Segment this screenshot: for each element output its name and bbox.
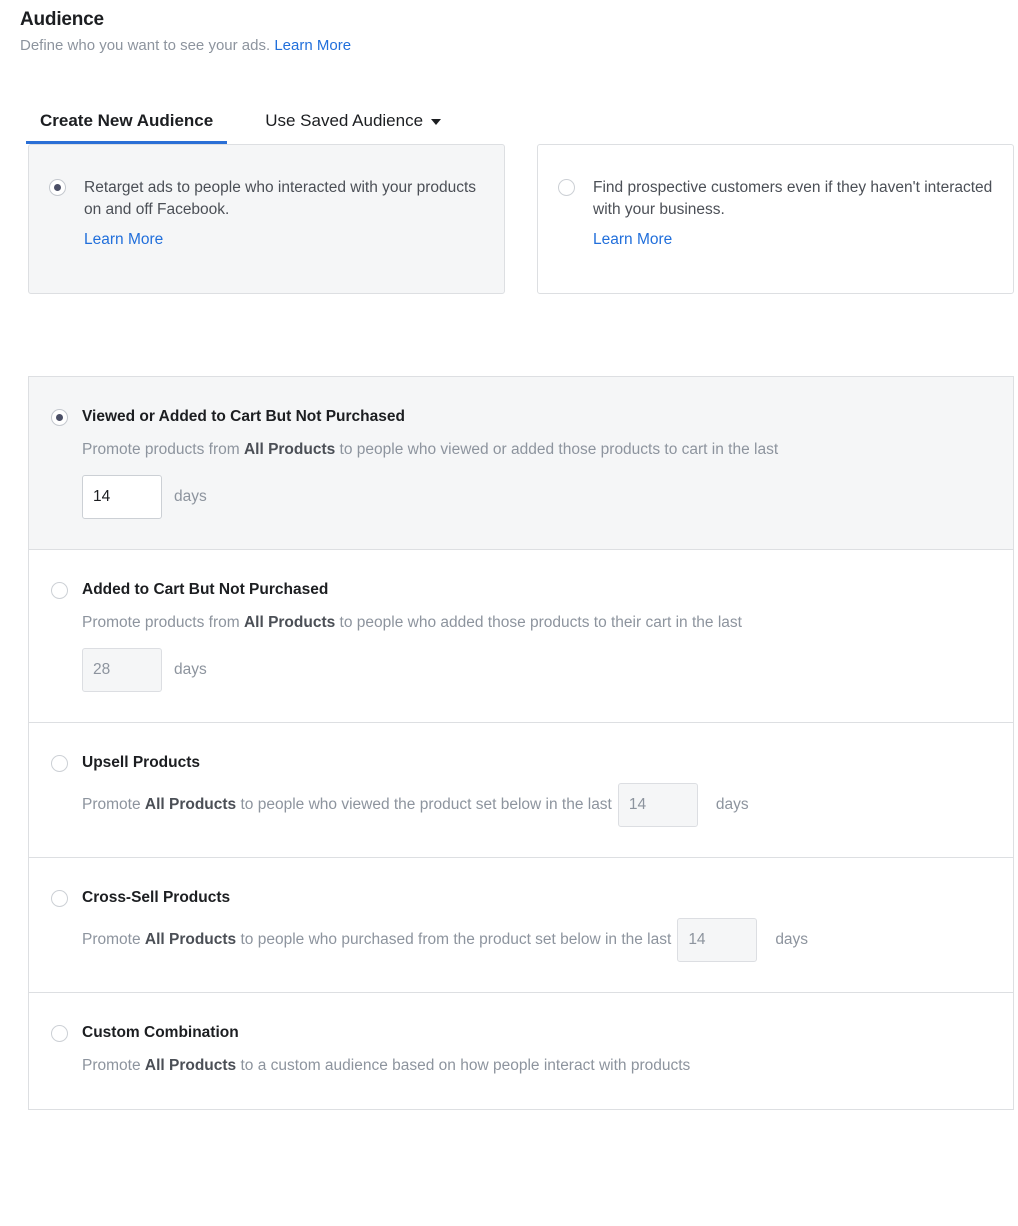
product-set-name: All Products bbox=[243, 441, 336, 458]
option-row-viewed-or-added-to-cart[interactable]: Viewed or Added to Cart But Not Purchase… bbox=[29, 377, 1013, 550]
card-prospecting-body: Find prospective customers even if they … bbox=[593, 177, 993, 251]
header-learn-more-link[interactable]: Learn More bbox=[274, 37, 351, 54]
radio-retarget[interactable] bbox=[49, 179, 66, 196]
desc-pre: Promote bbox=[82, 931, 145, 949]
card-retarget-learn-more-link[interactable]: Learn More bbox=[84, 229, 484, 251]
audience-type-cards: Retarget ads to people who interacted wi… bbox=[0, 144, 1018, 294]
days-input-viewed-or-added-to-cart[interactable] bbox=[82, 475, 162, 519]
days-label-1: days bbox=[174, 661, 207, 678]
desc-post: to people who purchased from the product… bbox=[236, 931, 672, 949]
option-desc-added-to-cart: Promote products from All Products to pe… bbox=[82, 610, 989, 636]
audience-section: Audience Define who you want to see your… bbox=[0, 0, 1018, 1226]
option-desc-cross-sell-products: Promote All Products to people who purch… bbox=[82, 918, 989, 962]
option-title-upsell-products: Upsell Products bbox=[82, 754, 200, 771]
desc-post: to people who viewed or added those prod… bbox=[335, 441, 779, 458]
audience-tabs: Create New Audience Use Saved Audience bbox=[0, 98, 1018, 144]
tab-use-saved-audience[interactable]: Use Saved Audience bbox=[251, 110, 455, 144]
radio-cross-sell-products[interactable] bbox=[51, 890, 68, 907]
desc-pre: Promote bbox=[82, 1057, 145, 1074]
option-body-viewed-or-added-to-cart: Viewed or Added to Cart But Not Purchase… bbox=[82, 407, 989, 519]
days-label-2: days bbox=[715, 796, 749, 813]
product-set-name: All Products bbox=[243, 614, 336, 631]
days-input-added-to-cart[interactable] bbox=[82, 648, 162, 692]
option-desc-upsell-products: Promote All Products to people who viewe… bbox=[82, 783, 989, 827]
desc-pre: Promote products from bbox=[82, 614, 244, 631]
card-prospecting-learn-more-link[interactable]: Learn More bbox=[593, 229, 993, 251]
card-retarget-body: Retarget ads to people who interacted wi… bbox=[84, 177, 484, 251]
option-row-upsell-products[interactable]: Upsell Products Promote All Products to … bbox=[29, 723, 1013, 858]
card-prospecting[interactable]: Find prospective customers even if they … bbox=[537, 144, 1014, 294]
option-title-added-to-cart: Added to Cart But Not Purchased bbox=[82, 581, 329, 598]
option-title-custom-combination: Custom Combination bbox=[82, 1024, 239, 1041]
product-set-name: All Products bbox=[144, 931, 237, 949]
option-desc-custom-combination: Promote All Products to a custom audienc… bbox=[82, 1053, 989, 1079]
days-input-upsell-products[interactable] bbox=[617, 783, 698, 827]
option-body-custom-combination: Custom Combination Promote All Products … bbox=[82, 1023, 989, 1079]
tab-create-new-audience[interactable]: Create New Audience bbox=[26, 110, 228, 144]
card-retarget-text: Retarget ads to people who interacted wi… bbox=[84, 179, 477, 218]
radio-upsell-products[interactable] bbox=[51, 755, 68, 772]
option-title-cross-sell-products: Cross-Sell Products bbox=[82, 889, 231, 906]
radio-added-to-cart[interactable] bbox=[51, 582, 68, 599]
section-header: Audience Define who you want to see your… bbox=[0, 0, 1018, 56]
desc-post: to people who added those products to th… bbox=[335, 614, 742, 631]
card-prospecting-text: Find prospective customers even if they … bbox=[593, 179, 993, 218]
option-title-viewed-or-added-to-cart: Viewed or Added to Cart But Not Purchase… bbox=[82, 408, 405, 425]
subtitle-text: Define who you want to see your ads. bbox=[20, 37, 271, 54]
desc-pre: Promote bbox=[82, 796, 145, 814]
desc-post: to a custom audience based on how people… bbox=[236, 1057, 691, 1074]
option-desc-viewed-or-added-to-cart: Promote products from All Products to pe… bbox=[82, 437, 989, 463]
product-set-name: All Products bbox=[144, 796, 237, 814]
option-body-added-to-cart: Added to Cart But Not Purchased Promote … bbox=[82, 580, 989, 692]
card-retarget[interactable]: Retarget ads to people who interacted wi… bbox=[28, 144, 505, 294]
product-set-name: All Products bbox=[144, 1057, 237, 1074]
option-body-cross-sell-products: Cross-Sell Products Promote All Products… bbox=[82, 888, 989, 962]
desc-post: to people who viewed the product set bel… bbox=[236, 796, 612, 814]
page-subtitle: Define who you want to see your ads. Lea… bbox=[20, 36, 1018, 56]
radio-custom-combination[interactable] bbox=[51, 1025, 68, 1042]
tab-create-new-audience-label: Create New Audience bbox=[40, 111, 214, 130]
page-title: Audience bbox=[20, 9, 104, 30]
days-input-block-1: days bbox=[82, 648, 989, 692]
option-row-custom-combination[interactable]: Custom Combination Promote All Products … bbox=[29, 993, 1013, 1110]
radio-prospecting[interactable] bbox=[558, 179, 575, 196]
days-input-block-0: days bbox=[82, 475, 989, 519]
retargeting-option-list: Viewed or Added to Cart But Not Purchase… bbox=[28, 376, 1014, 1110]
tab-use-saved-audience-label: Use Saved Audience bbox=[265, 111, 424, 130]
option-row-added-to-cart[interactable]: Added to Cart But Not Purchased Promote … bbox=[29, 550, 1013, 723]
days-label-0: days bbox=[174, 488, 207, 505]
days-input-cross-sell-products[interactable] bbox=[677, 918, 758, 962]
option-row-cross-sell-products[interactable]: Cross-Sell Products Promote All Products… bbox=[29, 858, 1013, 993]
radio-viewed-or-added-to-cart[interactable] bbox=[51, 409, 68, 426]
chevron-down-icon bbox=[431, 119, 442, 125]
option-body-upsell-products: Upsell Products Promote All Products to … bbox=[82, 753, 989, 827]
desc-pre: Promote products from bbox=[82, 441, 244, 458]
days-label-3: days bbox=[775, 931, 809, 948]
